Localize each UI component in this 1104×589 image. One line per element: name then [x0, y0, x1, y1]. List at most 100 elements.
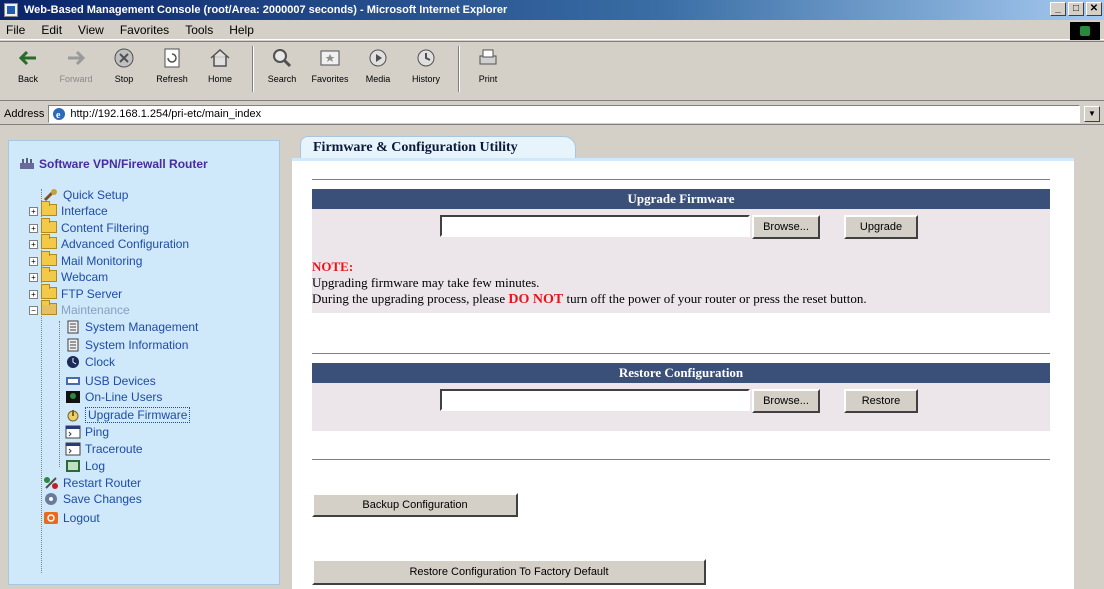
tree-item-label: Upgrade Firmware — [85, 407, 191, 423]
title-bar[interactable]: Web-Based Management Console (root/Area:… — [0, 0, 1104, 20]
tree-item[interactable]: Logout — [43, 510, 100, 526]
tree-item[interactable]: + Advanced Configuration — [29, 234, 189, 252]
home-button[interactable]: Home — [198, 46, 242, 84]
tree-item-label: System Management — [85, 320, 199, 334]
tree-item[interactable]: + Interface — [29, 201, 108, 219]
tree-item[interactable]: Quick Setup — [43, 187, 128, 203]
menu-edit[interactable]: Edit — [41, 23, 62, 37]
upgrade-button[interactable]: Upgrade — [844, 215, 918, 239]
log-icon — [65, 459, 81, 473]
menu-favorites[interactable]: Favorites — [120, 23, 169, 37]
tree-item[interactable]: USB Devices — [65, 373, 156, 389]
firmware-file-input[interactable] — [440, 215, 750, 237]
tree-item[interactable]: Upgrade Firmware — [65, 407, 191, 423]
tree-expander-icon[interactable]: + — [29, 223, 38, 233]
note-line-2: During the upgrading process, please DO … — [312, 291, 1050, 308]
divider — [312, 353, 1050, 355]
refresh-button[interactable]: Refresh — [150, 46, 194, 84]
clock-icon — [65, 355, 81, 369]
back-button[interactable]: Back — [6, 46, 50, 84]
browser-window: Web-Based Management Console (root/Area:… — [0, 0, 1104, 589]
folder-icon — [41, 267, 57, 284]
tree-item[interactable]: Clock — [65, 354, 115, 370]
firmware-browse-button[interactable]: Browse... — [752, 215, 820, 239]
print-icon — [479, 49, 497, 65]
document-icon — [65, 320, 81, 334]
media-button[interactable]: Media — [356, 46, 400, 84]
divider — [312, 179, 1050, 181]
menu-tools[interactable]: Tools — [185, 23, 213, 37]
tree-expander-icon[interactable]: + — [29, 239, 38, 249]
note-line-1: Upgrading firmware may take few minutes. — [312, 275, 540, 290]
tree-expander-icon[interactable]: + — [29, 206, 38, 216]
stop-button[interactable]: Stop — [102, 46, 146, 84]
tree-expander-icon[interactable]: + — [29, 272, 38, 282]
tree-item[interactable]: Log — [65, 458, 105, 474]
usb-icon — [65, 374, 81, 388]
tree-item[interactable]: − Maintenance — [29, 300, 130, 318]
folder-icon — [41, 201, 57, 218]
factory-default-button[interactable]: Restore Configuration To Factory Default — [312, 559, 706, 585]
menu-help[interactable]: Help — [229, 23, 254, 37]
folder-icon — [41, 234, 57, 251]
tree-item[interactable]: System Information — [65, 337, 188, 353]
tree-item-label: Content Filtering — [61, 221, 150, 235]
forward-button[interactable]: Forward — [54, 46, 98, 84]
config-file-input[interactable] — [440, 389, 750, 411]
tree-item-label: FTP Server — [61, 287, 123, 301]
tree-root[interactable]: Software VPN/Firewall Router — [19, 157, 208, 171]
tree-item-label: Ping — [85, 425, 110, 439]
tree-item[interactable]: System Management — [65, 319, 198, 335]
tree-item[interactable]: Restart Router — [43, 475, 141, 491]
nav-tree: Software VPN/Firewall Router Quick Setup… — [8, 140, 280, 585]
tree-expander-icon[interactable]: − — [29, 305, 38, 315]
history-button[interactable]: History — [404, 46, 448, 84]
minimize-button[interactable]: _ — [1050, 2, 1066, 16]
tree-expander-icon[interactable]: + — [29, 256, 38, 266]
tree-item[interactable]: Ping — [65, 424, 109, 440]
note-warning: DO NOT — [508, 292, 564, 307]
maximize-button[interactable]: □ — [1068, 2, 1084, 16]
save-icon — [43, 492, 59, 506]
favorites-button[interactable]: Favorites — [308, 46, 352, 84]
tree-item[interactable]: On-Line Users — [65, 389, 162, 405]
tree-root-label: Software VPN/Firewall Router — [39, 157, 208, 171]
tree-item-label: On-Line Users — [85, 390, 163, 404]
windows-logo-icon — [1070, 22, 1100, 40]
tree-item[interactable]: + Webcam — [29, 267, 109, 285]
close-button[interactable]: ✕ — [1086, 2, 1102, 16]
upgrade-file-row: Browse... Upgrade — [312, 209, 1050, 245]
users-icon — [65, 390, 81, 404]
menu-file[interactable]: File — [6, 23, 25, 37]
search-button[interactable]: Search — [260, 46, 304, 84]
stop-label: Stop — [114, 74, 134, 84]
upgrade-icon — [65, 408, 81, 422]
backup-configuration-button[interactable]: Backup Configuration — [312, 493, 518, 517]
restore-configuration-section: Restore Configuration Browse... Restore — [312, 363, 1050, 431]
utility-panel: Upgrade Firmware Browse... Upgrade NOTE:… — [292, 158, 1074, 589]
tree-item-label: Webcam — [61, 270, 109, 284]
toolbar-separator — [252, 46, 254, 92]
main-panel: Firmware & Configuration Utility Upgrade… — [292, 136, 1074, 589]
restore-button[interactable]: Restore — [844, 389, 918, 413]
forward-arrow-icon — [68, 50, 86, 66]
tree-item[interactable]: Save Changes — [43, 491, 142, 507]
stop-icon — [114, 48, 134, 68]
back-arrow-icon — [18, 50, 36, 66]
terminal-icon — [65, 442, 81, 456]
tree-item-label: Log — [85, 459, 106, 473]
print-button[interactable]: Print — [466, 46, 510, 84]
address-dropdown-icon[interactable]: ▼ — [1084, 105, 1100, 122]
config-browse-button[interactable]: Browse... — [752, 389, 820, 413]
upgrade-firmware-section: Upgrade Firmware Browse... Upgrade NOTE:… — [312, 189, 1050, 313]
tree-item-label: Clock — [85, 355, 116, 369]
search-label: Search — [267, 74, 297, 84]
menu-view[interactable]: View — [78, 23, 104, 37]
router-icon — [20, 158, 34, 169]
tree-item-label: Maintenance — [61, 303, 130, 317]
address-bar: Address e http://192.168.1.254/pri-etc/m… — [0, 103, 1104, 125]
toolbar: Back Forward Stop Refresh Home Search Fa… — [0, 41, 1104, 101]
address-input[interactable]: e http://192.168.1.254/pri-etc/main_inde… — [48, 104, 1080, 123]
tree-expander-icon[interactable]: + — [29, 289, 38, 299]
tree-item[interactable]: Traceroute — [65, 441, 143, 457]
